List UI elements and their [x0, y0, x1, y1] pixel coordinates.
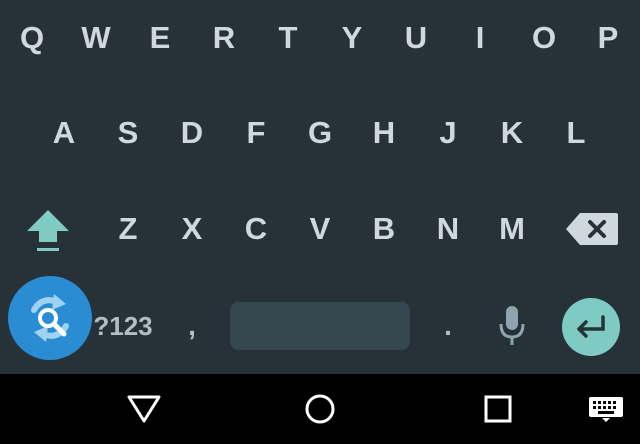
enter-key[interactable] — [562, 298, 620, 356]
space-bar[interactable] — [230, 302, 410, 350]
shift-key[interactable] — [16, 197, 80, 261]
key-b[interactable]: B — [352, 197, 416, 261]
key-l[interactable]: L — [544, 101, 608, 165]
key-o[interactable]: O — [512, 6, 576, 70]
key-m[interactable]: M — [480, 197, 544, 261]
overlay-app-bubble[interactable] — [8, 276, 92, 360]
key-h[interactable]: H — [352, 101, 416, 165]
key-y[interactable]: Y — [320, 6, 384, 70]
period-key[interactable]: . — [416, 294, 480, 358]
keyboard-switch-icon — [589, 397, 623, 422]
key-q[interactable]: Q — [0, 6, 64, 70]
shift-icon — [27, 210, 69, 251]
comma-key[interactable]: , — [160, 294, 224, 358]
key-w[interactable]: W — [64, 6, 128, 70]
backspace-key[interactable] — [560, 197, 624, 261]
key-d[interactable]: D — [160, 101, 224, 165]
recents-button[interactable] — [458, 374, 538, 444]
key-i[interactable]: I — [448, 6, 512, 70]
key-r[interactable]: R — [192, 6, 256, 70]
system-navigation-bar — [0, 374, 640, 444]
key-u[interactable]: U — [384, 6, 448, 70]
key-f[interactable]: F — [224, 101, 288, 165]
home-button[interactable] — [280, 374, 360, 444]
key-a[interactable]: A — [32, 101, 96, 165]
key-k[interactable]: K — [480, 101, 544, 165]
microphone-icon — [499, 306, 525, 345]
overlay-app-icon — [31, 294, 69, 342]
keyboard-row-3: Z X C V B N M — [0, 197, 640, 261]
key-n[interactable]: N — [416, 197, 480, 261]
keyboard-switch-button[interactable] — [566, 374, 640, 444]
home-icon — [305, 394, 335, 424]
key-z[interactable]: Z — [96, 197, 160, 261]
key-t[interactable]: T — [256, 6, 320, 70]
enter-icon — [577, 315, 605, 338]
backspace-icon — [566, 213, 618, 245]
key-p[interactable]: P — [576, 6, 640, 70]
back-icon — [127, 395, 161, 423]
soft-keyboard: Q W E R T Y U I O P A S D F G H J K L Z … — [0, 0, 640, 374]
symbols-key[interactable]: ?123 — [78, 294, 168, 358]
key-e[interactable]: E — [128, 6, 192, 70]
key-g[interactable]: G — [288, 101, 352, 165]
key-j[interactable]: J — [416, 101, 480, 165]
key-x[interactable]: X — [160, 197, 224, 261]
back-button[interactable] — [104, 374, 184, 444]
voice-input-key[interactable] — [480, 294, 544, 358]
recents-icon — [484, 395, 512, 423]
key-v[interactable]: V — [288, 197, 352, 261]
key-s[interactable]: S — [96, 101, 160, 165]
key-c[interactable]: C — [224, 197, 288, 261]
keyboard-row-1: Q W E R T Y U I O P — [0, 6, 640, 70]
keyboard-row-2: A S D F G H J K L — [0, 101, 640, 165]
